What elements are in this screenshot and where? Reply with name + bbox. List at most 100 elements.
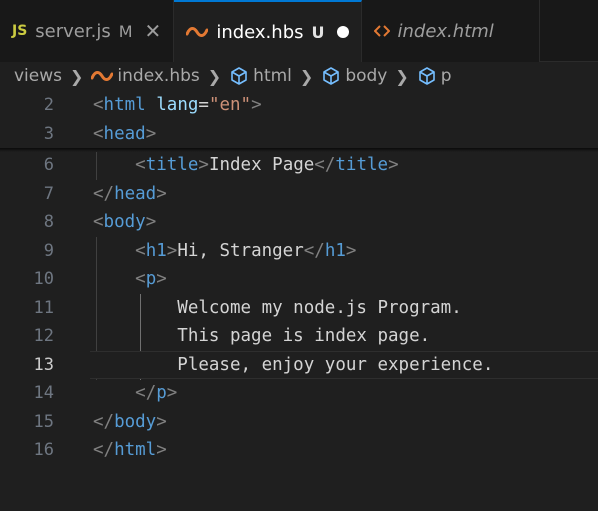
code-token: < xyxy=(93,123,104,144)
cube-icon xyxy=(321,66,341,86)
code-token: body xyxy=(114,411,157,432)
code-token: title xyxy=(335,155,389,176)
code-line[interactable]: 11 Welcome my node.js Program. xyxy=(0,294,598,323)
line-number: 8 xyxy=(43,212,54,233)
code-token: > xyxy=(145,123,157,144)
chevron-right-icon: ❯ xyxy=(395,66,409,86)
chevron-right-icon: ❯ xyxy=(207,66,222,86)
handlebars-file-icon xyxy=(186,26,209,38)
line-code: <html lang="en"> xyxy=(93,95,262,115)
line-number: 12 xyxy=(33,326,54,347)
code-token: > xyxy=(198,155,209,176)
code-token: </ xyxy=(135,383,157,404)
code-line[interactable]: 7 </head> xyxy=(0,180,598,209)
breadcrumb-html[interactable]: html xyxy=(229,66,292,86)
tab-label: index.html xyxy=(397,20,494,42)
breadcrumb-body[interactable]: body xyxy=(321,66,387,86)
breadcrumb: views ❯ index.hbs ❯ html ❯ body ❯ p xyxy=(0,62,598,90)
code-line[interactable]: 3 <head> xyxy=(0,120,598,149)
code-token: </ xyxy=(93,411,115,432)
code-token: h1 xyxy=(145,240,167,261)
line-code: <h1>Hi, Stranger</h1> xyxy=(93,241,356,261)
tab-bar: JS server.js M ✕ index.hbs U index.html xyxy=(0,0,598,62)
line-code: <title>Index Page</title> xyxy=(93,155,399,176)
code-token: Hi, Stranger xyxy=(177,240,304,261)
code-token: h1 xyxy=(324,240,346,261)
code-line[interactable]: 13 Please, enjoy your experience. xyxy=(0,350,598,379)
code-token: Welcome my node.js Program. xyxy=(93,297,462,318)
code-line[interactable]: 14 </p> xyxy=(0,379,598,408)
breadcrumb-views[interactable]: views xyxy=(14,66,62,86)
handlebars-file-icon xyxy=(91,70,114,82)
code-token: body xyxy=(103,212,146,233)
line-number: 14 xyxy=(33,383,54,404)
code-token: > xyxy=(166,383,178,404)
code-token: = xyxy=(198,95,209,116)
code-token: < xyxy=(135,155,146,176)
code-token: lang xyxy=(156,95,199,116)
tab-index-hbs[interactable]: index.hbs U xyxy=(174,0,362,62)
code-token: Please, enjoy your experience. xyxy=(93,354,494,375)
code-token: > xyxy=(166,240,178,261)
modified-badge: M xyxy=(118,21,133,41)
chevron-right-icon: ❯ xyxy=(299,66,314,86)
line-code: <p> xyxy=(93,269,167,289)
code-line[interactable]: 10 <p> xyxy=(0,265,598,294)
line-code: </head> xyxy=(93,184,167,204)
html-file-icon xyxy=(373,24,390,38)
cube-icon xyxy=(229,66,249,86)
line-number: 9 xyxy=(43,240,54,261)
code-token: </ xyxy=(314,155,336,176)
tab-server-js[interactable]: JS server.js M ✕ xyxy=(0,0,175,62)
code-token: > xyxy=(156,269,167,290)
code-token: p xyxy=(156,383,167,404)
line-code: This page is index page. xyxy=(93,326,430,346)
breadcrumb-p[interactable]: p xyxy=(417,66,452,86)
close-icon[interactable]: ✕ xyxy=(145,19,162,43)
line-number: 11 xyxy=(33,297,54,318)
code-token: < xyxy=(135,240,146,261)
code-token: > xyxy=(388,155,399,176)
untracked-badge: U xyxy=(311,22,325,42)
line-number: 13 xyxy=(33,354,54,375)
code-line[interactable]: 9 <h1>Hi, Stranger</h1> xyxy=(0,237,598,266)
code-line[interactable]: 2 <html lang="en"> xyxy=(0,91,598,120)
tab-label: server.js xyxy=(35,20,111,42)
line-number: 16 xyxy=(33,440,54,461)
line-number: 10 xyxy=(33,269,54,290)
code-token: </ xyxy=(303,240,325,261)
code-token: p xyxy=(145,269,157,290)
code-token: title xyxy=(145,155,199,176)
code-line[interactable]: 15 </body> xyxy=(0,408,598,437)
code-token: > xyxy=(145,212,157,233)
line-number: 2 xyxy=(43,95,54,116)
breadcrumb-index-hbs[interactable]: index.hbs xyxy=(91,66,200,86)
unsaved-dot-icon[interactable] xyxy=(336,26,349,38)
code-token: > xyxy=(156,183,167,204)
code-token: > xyxy=(345,240,357,261)
code-token: > xyxy=(251,95,262,116)
code-editor[interactable]: 2 <html lang="en"> 3 <head> 6 <title>Index P… xyxy=(0,90,598,511)
code-line[interactable]: 12 This page is index page. xyxy=(0,322,598,351)
code-line[interactable]: 6 <title>Index Page</title> xyxy=(0,151,598,180)
code-token: </ xyxy=(93,440,115,461)
line-code: </html> xyxy=(93,440,167,460)
code-token: > xyxy=(156,411,167,432)
tab-index-html[interactable]: index.html xyxy=(361,0,540,62)
code-token: < xyxy=(93,212,104,233)
line-code: </body> xyxy=(93,412,167,432)
code-line[interactable]: 8 <body> xyxy=(0,208,598,237)
code-token: < xyxy=(135,269,146,290)
code-line[interactable]: 16 </html> xyxy=(0,436,598,465)
js-file-icon: JS xyxy=(12,23,28,39)
code-token: "en" xyxy=(208,95,252,116)
code-token: html xyxy=(114,440,157,461)
tab-label: index.hbs xyxy=(216,21,304,43)
line-code: Welcome my node.js Program. xyxy=(93,297,462,318)
line-number: 7 xyxy=(43,183,54,204)
code-token: </ xyxy=(93,183,115,204)
line-code: <head> xyxy=(93,124,156,144)
